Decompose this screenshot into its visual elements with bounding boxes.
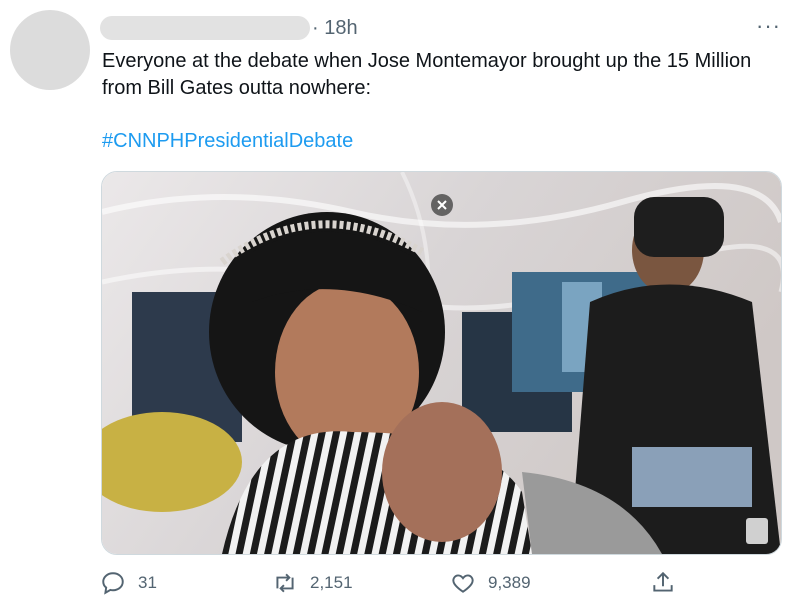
retweet-icon [276, 573, 294, 593]
author-name-redacted[interactable] [100, 16, 310, 40]
retweet-count: 2,151 [310, 573, 353, 592]
retweet-button[interactable]: 2,151 [272, 566, 353, 600]
watermark-icon [746, 518, 768, 544]
tweet-text: Everyone at the debate when Jose Montema… [102, 50, 752, 99]
tweet-timestamp[interactable]: · 18h [312, 16, 358, 40]
media-illustration [102, 172, 781, 554]
share-button[interactable] [650, 566, 676, 600]
mute-icon[interactable] [431, 194, 453, 216]
reply-count: 31 [138, 573, 157, 592]
tweet-media-image[interactable] [101, 171, 782, 555]
like-button[interactable]: 9,389 [450, 566, 531, 600]
reply-button[interactable]: 31 [100, 566, 157, 600]
avatar[interactable] [10, 10, 90, 90]
more-icon[interactable]: ··· [756, 15, 781, 37]
hashtag-link[interactable]: #CNNPHPresidentialDebate [102, 128, 353, 155]
heart-icon [452, 574, 474, 593]
like-count: 9,389 [488, 573, 531, 592]
share-icon [653, 571, 673, 592]
tweet-actions-bar: 31 2,151 9,389 [100, 566, 680, 600]
reply-icon [102, 572, 124, 595]
